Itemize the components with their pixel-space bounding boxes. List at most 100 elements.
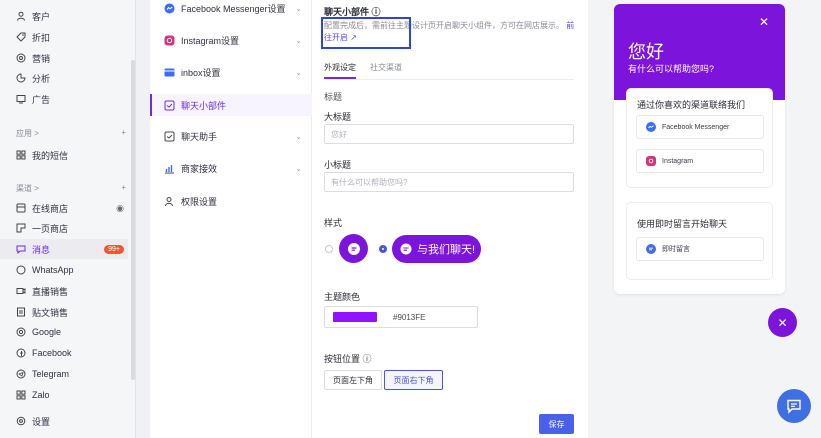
nav-scrollbar[interactable] [131, 60, 135, 380]
channel-instant-message[interactable]: 即时留言 [636, 237, 764, 261]
bar-chart-icon [164, 163, 175, 174]
nav-item-label: WhatsApp [32, 265, 74, 275]
submenu-item-chat-assistant[interactable]: 聊天助手 ⌄ [150, 125, 312, 147]
nav-item-label: 客户 [32, 11, 51, 22]
channels-section-header[interactable]: 渠道 > + [16, 183, 126, 194]
chat-widget-window: ✕ 您好 有什么可以帮助您吗? 通过你喜欢的渠道联络我们 Facebook Me… [614, 4, 785, 294]
nav-item-whatsapp[interactable]: WhatsApp [0, 260, 128, 280]
close-icon[interactable]: ✕ [759, 15, 769, 29]
submenu-item-label: Facebook Messenger设置 [181, 3, 286, 14]
chevron-down-icon: ⌄ [295, 163, 302, 173]
position-right-button[interactable]: 页面右下角 [384, 370, 443, 390]
position-left-button[interactable]: 页面左下角 [324, 370, 382, 390]
title-input[interactable]: 您好 [324, 124, 574, 144]
telegram-icon [16, 369, 26, 379]
nav-item-label: Telegram [32, 369, 70, 379]
channel-messenger[interactable]: Facebook Messenger [636, 115, 764, 139]
plus-icon[interactable]: + [121, 128, 126, 139]
button-position-label: 按钮位置 ⓘ [324, 354, 372, 364]
eye-icon[interactable]: ◉ [116, 203, 124, 214]
plus-icon[interactable]: + [121, 183, 126, 194]
ad-icon [16, 94, 26, 104]
submenu-item-label: 聊天小部件 [181, 100, 227, 111]
nav-item-discounts[interactable]: 折扣 [0, 27, 128, 47]
submenu-item-label: 聊天助手 [181, 131, 218, 142]
nav-item-one-page-store[interactable]: 一页商店 [0, 218, 128, 238]
nav-item-online-store[interactable]: 在线商店 ◉ [0, 198, 128, 218]
submenu-item-merchant-response[interactable]: 商家接效 ⌄ [150, 157, 312, 179]
nav-item-ads[interactable]: 广告 [0, 89, 128, 109]
chevron-down-icon: ⌄ [295, 131, 302, 141]
save-button[interactable]: 保存 [539, 414, 574, 434]
chat-widget-settings: 聊天小部件 ⓘ 配置完成后，需前往主题设计页开启聊天小组件，方可在网店展示。 前… [312, 0, 588, 438]
chart-icon [16, 73, 26, 83]
nav-item-label: Google [32, 327, 62, 337]
nav-item-label: 营销 [32, 53, 51, 64]
tag-icon [16, 32, 26, 42]
chevron-down-icon: ⌄ [295, 3, 302, 13]
nav-item-customers[interactable]: 客户 [0, 6, 128, 26]
close-icon: ✕ [777, 315, 788, 330]
messenger-icon [646, 122, 656, 132]
subtitle-input[interactable]: 有什么可以帮助您吗? [324, 172, 574, 192]
instagram-icon [646, 156, 656, 166]
instagram-icon [164, 35, 175, 46]
nav-item-live-sales[interactable]: 直播销售 [0, 281, 128, 301]
nav-item-label: Zalo [32, 390, 50, 400]
tab-social-channels[interactable]: 社交渠道 [370, 62, 402, 79]
nav-item-messages[interactable]: 消息 99+ [0, 239, 128, 259]
facebook-icon [16, 348, 26, 358]
apps-section-label: 应用 > [16, 129, 39, 138]
nav-item-facebook[interactable]: Facebook [0, 343, 128, 363]
post-icon [16, 307, 26, 317]
bubble-style-preview[interactable] [339, 234, 368, 263]
tab-appearance[interactable]: 外观设定 [324, 62, 356, 79]
widget-title: 您好 [628, 42, 664, 62]
theme-color-label: 主题颜色 [324, 292, 361, 302]
nav-item-marketing[interactable]: 营销 [0, 48, 128, 68]
channel-label: Instagram [662, 157, 694, 165]
nav-item-label: 分析 [32, 73, 51, 84]
nav-item-zalo[interactable]: Zalo [0, 385, 128, 405]
color-swatch[interactable] [333, 312, 377, 322]
subtitle-label: 小标题 [324, 160, 352, 170]
message-count-badge: 99+ [104, 244, 124, 254]
widget-close-button[interactable]: ✕ [768, 308, 797, 337]
submenu-item-chat-widget[interactable]: 聊天小部件 [150, 94, 312, 116]
instant-message-card: 使用即时留言开始聊天 即时留言 [626, 202, 773, 280]
chat-bubble-icon [400, 243, 412, 255]
nav-item-telegram[interactable]: Telegram [0, 364, 128, 384]
nav-item-post-sales[interactable]: 贴文销售 [0, 302, 128, 322]
widget-header: ✕ 您好 有什么可以帮助您吗? [614, 4, 785, 100]
nav-item-label: Facebook [32, 348, 72, 358]
nav-item-google[interactable]: Google [0, 322, 128, 342]
chat-launcher-button[interactable] [777, 389, 811, 423]
submenu-item-label: Instagram设置 [181, 35, 240, 46]
channel-instagram[interactable]: Instagram [636, 149, 764, 173]
settings-tabs: 外观设定 社交渠道 [324, 62, 574, 80]
nav-item-analytics[interactable]: 分析 [0, 68, 128, 88]
submenu-item-inbox[interactable]: inbox设置 ⌄ [150, 61, 312, 83]
left-nav: 客户 折扣 营销 分析 广告 应用 > + 我的短信 渠道 > + 在线商店 ◉… [0, 0, 136, 438]
live-icon [16, 286, 26, 296]
submenu-item-label: 商家接效 [181, 163, 218, 174]
submenu-item-label: 权限设置 [181, 196, 218, 207]
apps-section-header[interactable]: 应用 > + [16, 128, 126, 139]
grid-icon [16, 150, 26, 160]
widget-subtitle: 有什么可以帮助您吗? [628, 64, 715, 74]
instant-message-icon [646, 244, 656, 254]
submenu-item-instagram[interactable]: Instagram设置 ⌄ [150, 29, 312, 51]
nav-item-label: 在线商店 [32, 203, 69, 214]
submenu-item-permissions[interactable]: 权限设置 [150, 190, 312, 212]
pill-style-preview[interactable]: 与我们聊天! [392, 235, 481, 263]
nav-item-label: 消息 [32, 244, 51, 255]
submenu-item-messenger[interactable]: Facebook Messenger设置 ⌄ [150, 0, 312, 19]
theme-color-picker[interactable]: #9013FE [324, 306, 478, 328]
style-radio-pill[interactable] [379, 245, 387, 253]
nav-item-label: 设置 [32, 416, 51, 427]
nav-item-my-sms[interactable]: 我的短信 [0, 145, 128, 165]
style-label: 样式 [324, 218, 343, 228]
zalo-icon [16, 390, 26, 400]
style-radio-bubble[interactable] [325, 245, 333, 253]
nav-item-settings[interactable]: 设置 [0, 411, 128, 431]
